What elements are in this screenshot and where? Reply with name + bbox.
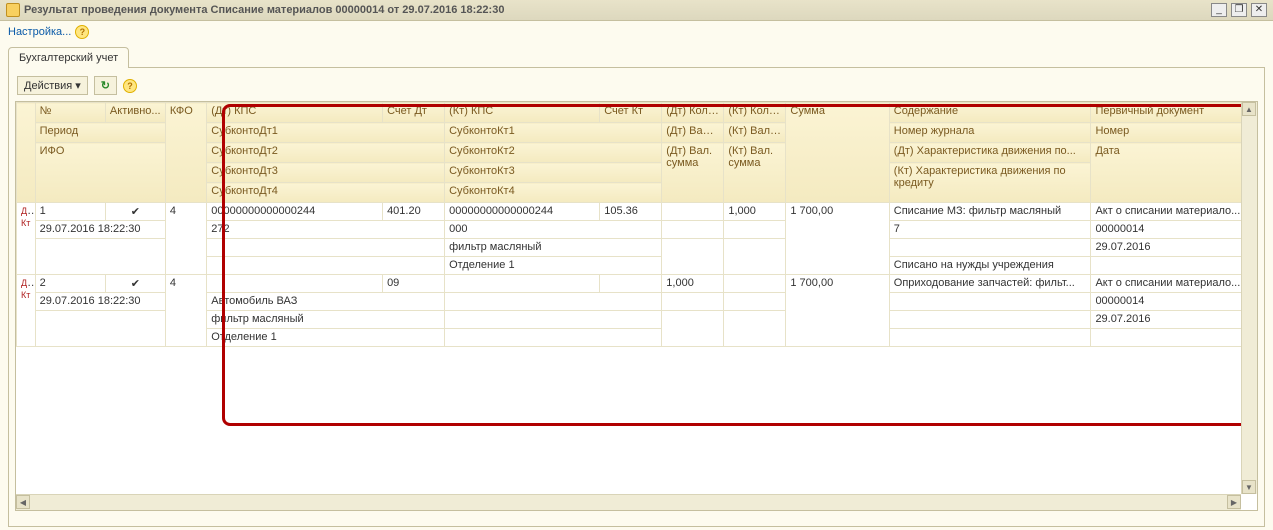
- col-sub2d[interactable]: СубконтоДт2: [207, 143, 445, 163]
- cell-date: 29.07.2016: [1091, 311, 1257, 329]
- tab-label: Бухгалтерский учет: [19, 52, 118, 64]
- help-icon[interactable]: ?: [123, 79, 137, 93]
- col-journal[interactable]: Номер журнала: [889, 123, 1091, 143]
- cell-number: 00000014: [1091, 221, 1257, 239]
- cell-sub3d: Отделение 1: [207, 329, 445, 347]
- cell-primdoc: Акт о списании материало...: [1091, 203, 1257, 221]
- accounting-table: № Активно... КФО (Дт) КПС Счет Дт (Кт) К…: [16, 102, 1257, 347]
- tab-panel: Действия ▾ ↻ ? № Активно... КФО (Дт) КПС…: [8, 67, 1265, 527]
- tab-accounting[interactable]: Бухгалтерский учет: [8, 47, 129, 68]
- cell-sub1d: 272: [207, 221, 445, 239]
- scroll-left-button[interactable]: ◀: [16, 495, 30, 509]
- header-row-1: № Активно... КФО (Дт) КПС Счет Дт (Кт) К…: [17, 103, 1257, 123]
- cell-content: Списание МЗ: фильтр масляный: [889, 203, 1091, 221]
- app-icon: [6, 3, 20, 17]
- grid: № Активно... КФО (Дт) КПС Счет Дт (Кт) К…: [15, 101, 1258, 511]
- col-kfo[interactable]: КФО: [165, 103, 206, 203]
- cell-sub3k: Отделение 1: [445, 257, 662, 275]
- col-dtkps[interactable]: (Дт) КПС: [207, 103, 383, 123]
- window-title: Результат проведения документа Списание …: [24, 4, 504, 16]
- minimize-button[interactable]: _: [1211, 3, 1227, 17]
- col-qtykt[interactable]: (Кт) Коли...: [724, 103, 786, 123]
- settings-link[interactable]: Настройка...: [8, 26, 71, 38]
- col-date[interactable]: Дата: [1091, 143, 1257, 203]
- refresh-button[interactable]: ↻: [94, 76, 117, 95]
- cell-sum: 1 700,00: [786, 203, 889, 275]
- cell-date: 29.07.2016: [1091, 239, 1257, 257]
- col-sub3d[interactable]: СубконтоДт3: [207, 163, 445, 183]
- actions-label: Действия: [24, 80, 72, 92]
- settings-toolbar: Настройка... ?: [0, 21, 1273, 43]
- data-row-2a[interactable]: ДтКт 2 ✔ 4 09 1,000 1 700,00 Оприходован…: [17, 275, 1257, 293]
- col-sub2k[interactable]: СубконтоКт2: [445, 143, 662, 163]
- window-titlebar: Результат проведения документа Списание …: [0, 0, 1273, 21]
- col-ktkps[interactable]: (Кт) КПС: [445, 103, 600, 123]
- scroll-right-button[interactable]: ▶: [1227, 495, 1241, 509]
- cell-sum: 1 700,00: [786, 275, 889, 347]
- cell-accdt: 09: [383, 275, 445, 293]
- cell-journal: 7: [889, 221, 1091, 239]
- cell-kfo: 4: [165, 203, 206, 275]
- cell-period: 29.07.2016 18:22:30: [35, 221, 165, 239]
- close-button[interactable]: ✕: [1251, 3, 1267, 17]
- check-icon: ✔: [131, 206, 140, 218]
- col-sub4k[interactable]: СубконтоКт4: [445, 183, 662, 203]
- col-sum[interactable]: Сумма: [786, 103, 889, 203]
- chevron-down-icon: ▾: [75, 79, 81, 92]
- cell-no: 2: [35, 275, 105, 293]
- col-accdt[interactable]: Счет Дт: [383, 103, 445, 123]
- cell-acckt: 105.36: [600, 203, 662, 221]
- col-no[interactable]: №: [35, 103, 105, 123]
- check-icon: ✔: [131, 278, 140, 290]
- maximize-button[interactable]: ❐: [1231, 3, 1247, 17]
- cell-kfo: 4: [165, 275, 206, 347]
- col-chardt[interactable]: (Дт) Характеристика движения по...: [889, 143, 1091, 163]
- col-sub4d[interactable]: СубконтоДт4: [207, 183, 445, 203]
- col-acckt[interactable]: Счет Кт: [600, 103, 662, 123]
- col-qtydt[interactable]: (Дт) Коли...: [662, 103, 724, 123]
- tab-strip: Бухгалтерский учет: [0, 47, 1273, 68]
- col-period[interactable]: Период: [35, 123, 165, 143]
- cell-sub1k: 000: [445, 221, 662, 239]
- col-sub1k[interactable]: СубконтоКт1: [445, 123, 662, 143]
- cell-content: Оприходование запчастей: фильт...: [889, 275, 1091, 293]
- col-number[interactable]: Номер: [1091, 123, 1257, 143]
- col-valdt[interactable]: (Дт) Валю...: [662, 123, 724, 143]
- cell-qtydt: 1,000: [662, 275, 724, 293]
- col-active[interactable]: Активно...: [105, 103, 165, 123]
- col-charkt[interactable]: (Кт) Характеристика движения по кредиту: [889, 163, 1091, 203]
- col-sub1d[interactable]: СубконтоДт1: [207, 123, 445, 143]
- col-ifo[interactable]: ИФО: [35, 143, 165, 203]
- vertical-scrollbar[interactable]: ▲ ▼: [1241, 102, 1257, 494]
- cell-period: 29.07.2016 18:22:30: [35, 293, 165, 311]
- hint-icon[interactable]: ?: [75, 25, 89, 39]
- data-row-1a[interactable]: ДтКт 1 ✔ 4 00000000000000244 401.20 0000…: [17, 203, 1257, 221]
- dtkt-icon: ДтКт: [21, 277, 35, 300]
- cell-sub2k: фильтр масляный: [445, 239, 662, 257]
- actions-bar: Действия ▾ ↻ ?: [15, 74, 1258, 101]
- col-valsumdt[interactable]: (Дт) Вал. сумма: [662, 143, 724, 203]
- horizontal-scrollbar[interactable]: ◀ ▶: [16, 494, 1241, 510]
- cell-no: 1: [35, 203, 105, 221]
- dtkt-icon: ДтКт: [21, 205, 35, 228]
- col-content[interactable]: Содержание: [889, 103, 1091, 123]
- scroll-up-button[interactable]: ▲: [1242, 102, 1256, 116]
- refresh-icon: ↻: [101, 79, 110, 92]
- col-valsumkt[interactable]: (Кт) Вал. сумма: [724, 143, 786, 203]
- cell-accdt: 401.20: [383, 203, 445, 221]
- cell-primdoc: Акт о списании материало...: [1091, 275, 1257, 293]
- col-primdoc[interactable]: Первичный документ: [1091, 103, 1257, 123]
- col-sub3k[interactable]: СубконтоКт3: [445, 163, 662, 183]
- cell-ktkps: 00000000000000244: [445, 203, 600, 221]
- actions-menu-button[interactable]: Действия ▾: [17, 76, 88, 95]
- cell-sub1d: Автомобиль ВАЗ: [207, 293, 445, 311]
- cell-qtykt: 1,000: [724, 203, 786, 221]
- cell-dtkps: 00000000000000244: [207, 203, 383, 221]
- cell-number: 00000014: [1091, 293, 1257, 311]
- cell-charkt: Списано на нужды учреждения: [889, 257, 1091, 275]
- col-valkt[interactable]: (Кт) Валю...: [724, 123, 786, 143]
- scroll-down-button[interactable]: ▼: [1242, 480, 1256, 494]
- cell-sub2d: фильтр масляный: [207, 311, 445, 329]
